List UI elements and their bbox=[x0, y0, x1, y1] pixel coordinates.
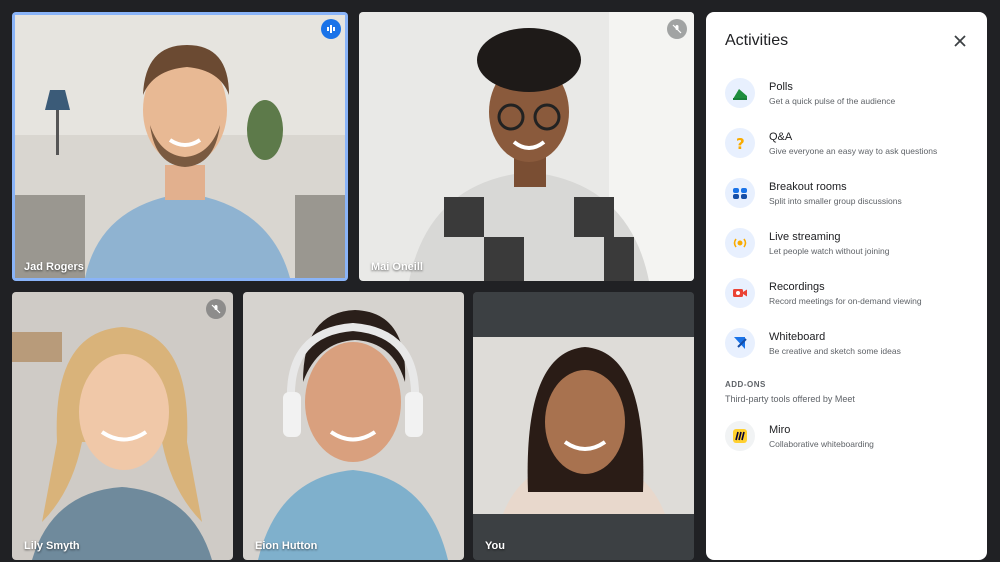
activity-label: Recordings bbox=[769, 280, 825, 293]
activity-label: Whiteboard bbox=[769, 330, 826, 343]
activity-whiteboard[interactable]: Whiteboard Be creative and sketch some i… bbox=[725, 323, 975, 363]
self-view-tile[interactable]: You bbox=[473, 292, 694, 560]
mic-off-icon bbox=[667, 19, 687, 39]
question-icon: ? bbox=[725, 128, 755, 158]
activity-live-streaming[interactable]: Live streaming Let people watch without … bbox=[725, 223, 975, 263]
activities-panel: Activities Polls Get a quick pulse of th… bbox=[706, 12, 987, 560]
activity-description: Let people watch without joining bbox=[769, 245, 890, 256]
miro-icon bbox=[725, 421, 755, 451]
participant-tile[interactable]: Eion Hutton bbox=[243, 292, 464, 560]
panel-title: Activities bbox=[725, 32, 789, 49]
activity-label: Breakout rooms bbox=[769, 180, 847, 193]
close-icon[interactable] bbox=[953, 34, 969, 50]
participant-name: Mai Oneill bbox=[371, 261, 423, 273]
polls-icon bbox=[725, 78, 755, 108]
participant-name: You bbox=[485, 540, 505, 552]
activity-description: Record meetings for on-demand viewing bbox=[769, 295, 922, 306]
addons-heading: ADD-ONS bbox=[725, 380, 766, 389]
record-icon bbox=[725, 278, 755, 308]
addon-label: Miro bbox=[769, 423, 791, 436]
activity-qa[interactable]: ? Q&A Give everyone an easy way to ask q… bbox=[725, 123, 975, 163]
participant-name: Jad Rogers bbox=[24, 261, 84, 273]
addons-subtitle: Third-party tools offered by Meet bbox=[725, 394, 855, 404]
addon-miro[interactable]: Miro Collaborative whiteboarding bbox=[725, 416, 975, 456]
speaking-indicator-icon bbox=[321, 19, 341, 39]
addon-description: Collaborative whiteboarding bbox=[769, 438, 874, 449]
activity-polls[interactable]: Polls Get a quick pulse of the audience bbox=[725, 73, 975, 113]
mic-off-icon bbox=[206, 299, 226, 319]
participant-video bbox=[243, 292, 464, 560]
meeting-stage: Jad Rogers Mai Oneill Lily Smyth Eion Hu… bbox=[0, 0, 1000, 562]
participant-tile[interactable]: Lily Smyth bbox=[12, 292, 233, 560]
activity-description: Give everyone an easy way to ask questio… bbox=[769, 145, 938, 156]
activity-description: Split into smaller group discussions bbox=[769, 195, 902, 206]
participant-video bbox=[359, 12, 694, 281]
participant-name: Eion Hutton bbox=[255, 540, 318, 552]
breakout-icon bbox=[725, 178, 755, 208]
activity-label: Polls bbox=[769, 80, 793, 93]
activity-label: Q&A bbox=[769, 130, 793, 143]
svg-text:?: ? bbox=[736, 135, 745, 152]
participant-video bbox=[12, 292, 233, 560]
participant-name: Lily Smyth bbox=[24, 540, 80, 552]
live-stream-icon bbox=[725, 228, 755, 258]
activity-recordings[interactable]: Recordings Record meetings for on-demand… bbox=[725, 273, 975, 313]
participant-video bbox=[15, 15, 345, 278]
self-video bbox=[473, 292, 694, 560]
activity-label: Live streaming bbox=[769, 230, 841, 243]
activity-breakout-rooms[interactable]: Breakout rooms Split into smaller group … bbox=[725, 173, 975, 213]
participant-tile[interactable]: Mai Oneill bbox=[359, 12, 694, 281]
whiteboard-icon bbox=[725, 328, 755, 358]
activity-description: Be creative and sketch some ideas bbox=[769, 345, 901, 356]
activity-description: Get a quick pulse of the audience bbox=[769, 95, 896, 106]
participant-tile[interactable]: Jad Rogers bbox=[12, 12, 348, 281]
